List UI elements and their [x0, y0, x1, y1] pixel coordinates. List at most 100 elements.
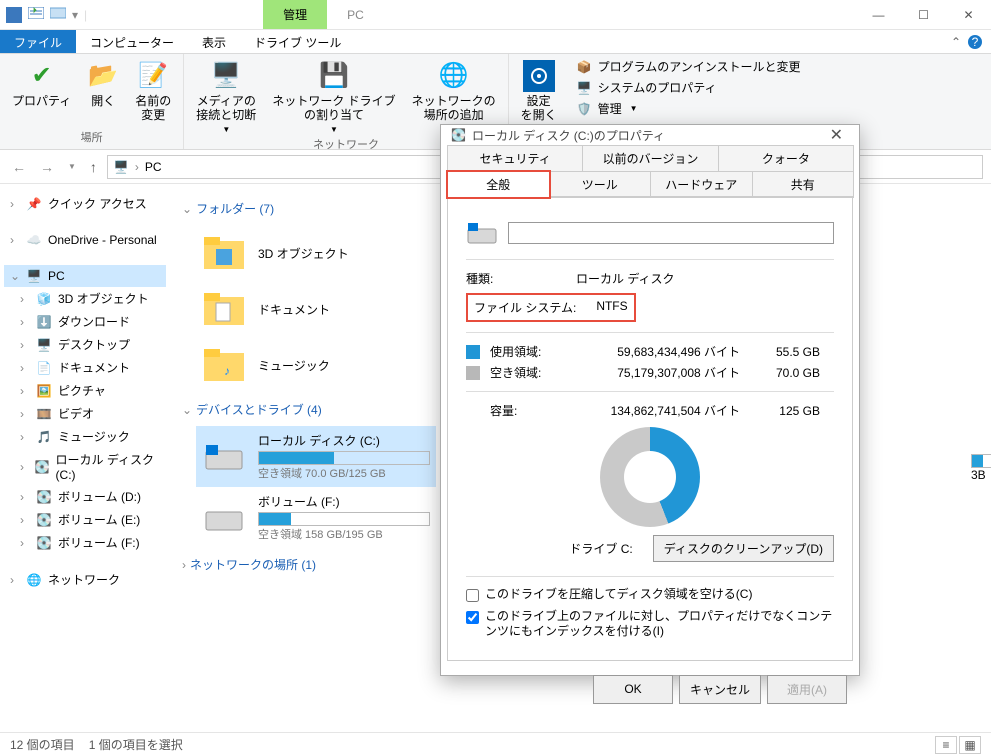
back-button[interactable]: ←	[8, 159, 30, 175]
used-bytes: 59,683,434,496 バイト	[590, 343, 740, 360]
app-icon	[6, 7, 22, 23]
apply-button[interactable]: 適用(A)	[767, 675, 847, 704]
free-swatch	[466, 366, 480, 380]
drive-icon: 💽	[451, 128, 466, 142]
cube-icon: 🧊	[36, 291, 52, 307]
sidebar-drive-c[interactable]: ›💽ローカル ディスク (C:)	[4, 448, 166, 485]
sidebar-drive-f[interactable]: ›💽ボリューム (F:)	[4, 531, 166, 554]
tab-file[interactable]: ファイル	[0, 30, 76, 53]
chevron-up-icon[interactable]: ⌃	[951, 35, 961, 49]
help-icon[interactable]: ?	[967, 34, 983, 50]
sidebar-network[interactable]: ›🌐ネットワーク	[4, 568, 166, 591]
free-bytes: 75,179,307,008 バイト	[590, 364, 740, 381]
ribbon-system-props[interactable]: 🖥️システムのプロパティ	[577, 79, 801, 96]
filesystem-row-highlight: ファイル システム: NTFS	[466, 293, 636, 322]
breadcrumb-pc[interactable]: PC	[145, 160, 162, 174]
drive-icon: 💽	[36, 535, 52, 551]
tab-sharing[interactable]: 共有	[752, 171, 855, 198]
folder-icon	[202, 231, 246, 275]
dialog-buttons: OK キャンセル 適用(A)	[441, 667, 859, 712]
tab-view[interactable]: 表示	[188, 30, 240, 53]
folder-3d-objects[interactable]: 3D オブジェクト	[196, 225, 436, 281]
status-item-count: 12 個の項目	[10, 736, 75, 753]
dialog-body: 種類:ローカル ディスク ファイル システム: NTFS 使用領域:59,683…	[447, 196, 853, 661]
ribbon-media[interactable]: 🖥️メディアの 接続と切断▼	[192, 58, 260, 136]
tab-quota[interactable]: クォータ	[718, 145, 854, 172]
qat-properties-icon[interactable]	[28, 7, 44, 23]
tab-drive-tools[interactable]: ドライブ ツール	[240, 30, 355, 53]
forward-button: →	[36, 159, 58, 175]
maximize-button[interactable]: ☐	[901, 0, 946, 30]
recent-dropdown[interactable]: ▼	[64, 162, 80, 171]
sidebar-downloads[interactable]: ›⬇️ダウンロード	[4, 310, 166, 333]
drive-label-text: ドライブ C:	[569, 540, 632, 557]
tab-hardware[interactable]: ハードウェア	[650, 171, 753, 198]
ribbon-tabs: ファイル コンピューター 表示 ドライブ ツール ⌃ ?	[0, 30, 991, 54]
quick-access-toolbar: ▾ |	[0, 7, 93, 23]
disk-cleanup-button[interactable]: ディスクのクリーンアップ(D)	[653, 535, 834, 562]
tab-tools[interactable]: ツール	[549, 171, 652, 198]
tab-computer[interactable]: コンピューター	[76, 30, 188, 53]
sidebar-drive-d[interactable]: ›💽ボリューム (D:)	[4, 485, 166, 508]
cancel-button[interactable]: キャンセル	[679, 675, 761, 704]
tab-previous-versions[interactable]: 以前のバージョン	[582, 145, 718, 172]
context-tab-manage[interactable]: 管理	[263, 0, 327, 29]
checkmark-icon: ✔	[26, 60, 58, 92]
qat-drive-icon[interactable]	[50, 7, 66, 23]
ribbon-manage[interactable]: 🛡️管理▼	[577, 100, 801, 117]
video-icon: 🎞️	[36, 406, 52, 422]
ribbon-map-drive[interactable]: 💾ネットワーク ドライブ の割り当て▼	[268, 58, 399, 136]
qat-dropdown[interactable]: ▾	[72, 8, 78, 22]
ribbon-properties[interactable]: ✔プロパティ	[8, 58, 75, 125]
tab-security[interactable]: セキュリティ	[447, 145, 583, 172]
index-label: このドライブ上のファイルに対し、プロパティだけでなくコンテンツにもインデックスを…	[485, 609, 834, 640]
sidebar-pictures[interactable]: ›🖼️ピクチャ	[4, 379, 166, 402]
drive-label-input[interactable]	[508, 222, 834, 244]
drive-f-tile[interactable]: ボリューム (F:) 空き領域 158 GB/195 GB	[196, 487, 436, 548]
pc-icon: 🖥️	[114, 160, 129, 174]
drive-icon: 💽	[35, 459, 50, 475]
close-button[interactable]: ✕	[946, 0, 991, 30]
folder-icon	[202, 287, 246, 331]
compress-checkbox[interactable]	[466, 589, 479, 602]
sidebar-music[interactable]: ›🎵ミュージック	[4, 425, 166, 448]
type-label: 種類:	[466, 270, 566, 287]
sidebar-desktop[interactable]: ›🖥️デスクトップ	[4, 333, 166, 356]
cloud-icon: ☁️	[26, 232, 42, 248]
sidebar-quick-access[interactable]: ›📌クイック アクセス	[4, 192, 166, 215]
music-icon: 🎵	[36, 429, 52, 445]
gear-icon	[523, 60, 555, 92]
used-gb: 55.5 GB	[750, 345, 820, 359]
sidebar-3d-objects[interactable]: ›🧊3D オブジェクト	[4, 287, 166, 310]
sidebar-documents[interactable]: ›📄ドキュメント	[4, 356, 166, 379]
view-tiles-button[interactable]: ▦	[959, 736, 981, 754]
usage-pie-chart	[600, 427, 700, 527]
ribbon-group-location: 場所	[81, 129, 103, 145]
sidebar-pc[interactable]: ⌄🖥️PC	[4, 265, 166, 287]
view-details-button[interactable]: ≡	[935, 736, 957, 754]
window-controls: — ☐ ✕	[856, 0, 991, 30]
used-swatch	[466, 345, 480, 359]
sidebar-drive-e[interactable]: ›💽ボリューム (E:)	[4, 508, 166, 531]
free-label: 空き領域:	[490, 364, 580, 381]
folder-documents[interactable]: ドキュメント	[196, 281, 436, 337]
ribbon-settings[interactable]: 設定 を開く	[517, 58, 561, 125]
navigation-pane: ›📌クイック アクセス ›☁️OneDrive - Personal ⌄🖥️PC…	[0, 184, 170, 732]
ribbon-open[interactable]: 📂開く	[83, 58, 123, 125]
dialog-close-button[interactable]: ✕	[824, 125, 849, 145]
ribbon-uninstall[interactable]: 📦プログラムのアンインストールと変更	[577, 58, 801, 75]
dialog-titlebar[interactable]: 💽 ローカル ディスク (C:)のプロパティ ✕	[441, 125, 859, 145]
shield-icon: 🛡️	[577, 102, 592, 116]
tab-general[interactable]: 全般	[447, 171, 550, 198]
package-icon: 📦	[577, 60, 592, 74]
ribbon-rename[interactable]: 📝名前の 変更	[131, 58, 175, 125]
drive-c-tile[interactable]: ローカル ディスク (C:) 空き領域 70.0 GB/125 GB	[196, 426, 436, 487]
sidebar-onedrive[interactable]: ›☁️OneDrive - Personal	[4, 229, 166, 251]
ok-button[interactable]: OK	[593, 675, 673, 704]
folder-music[interactable]: ♪ ミュージック	[196, 337, 436, 393]
sidebar-videos[interactable]: ›🎞️ビデオ	[4, 402, 166, 425]
index-checkbox[interactable]	[466, 611, 479, 624]
svg-text:?: ?	[972, 35, 979, 49]
minimize-button[interactable]: —	[856, 0, 901, 30]
up-button[interactable]: ↑	[86, 159, 101, 175]
